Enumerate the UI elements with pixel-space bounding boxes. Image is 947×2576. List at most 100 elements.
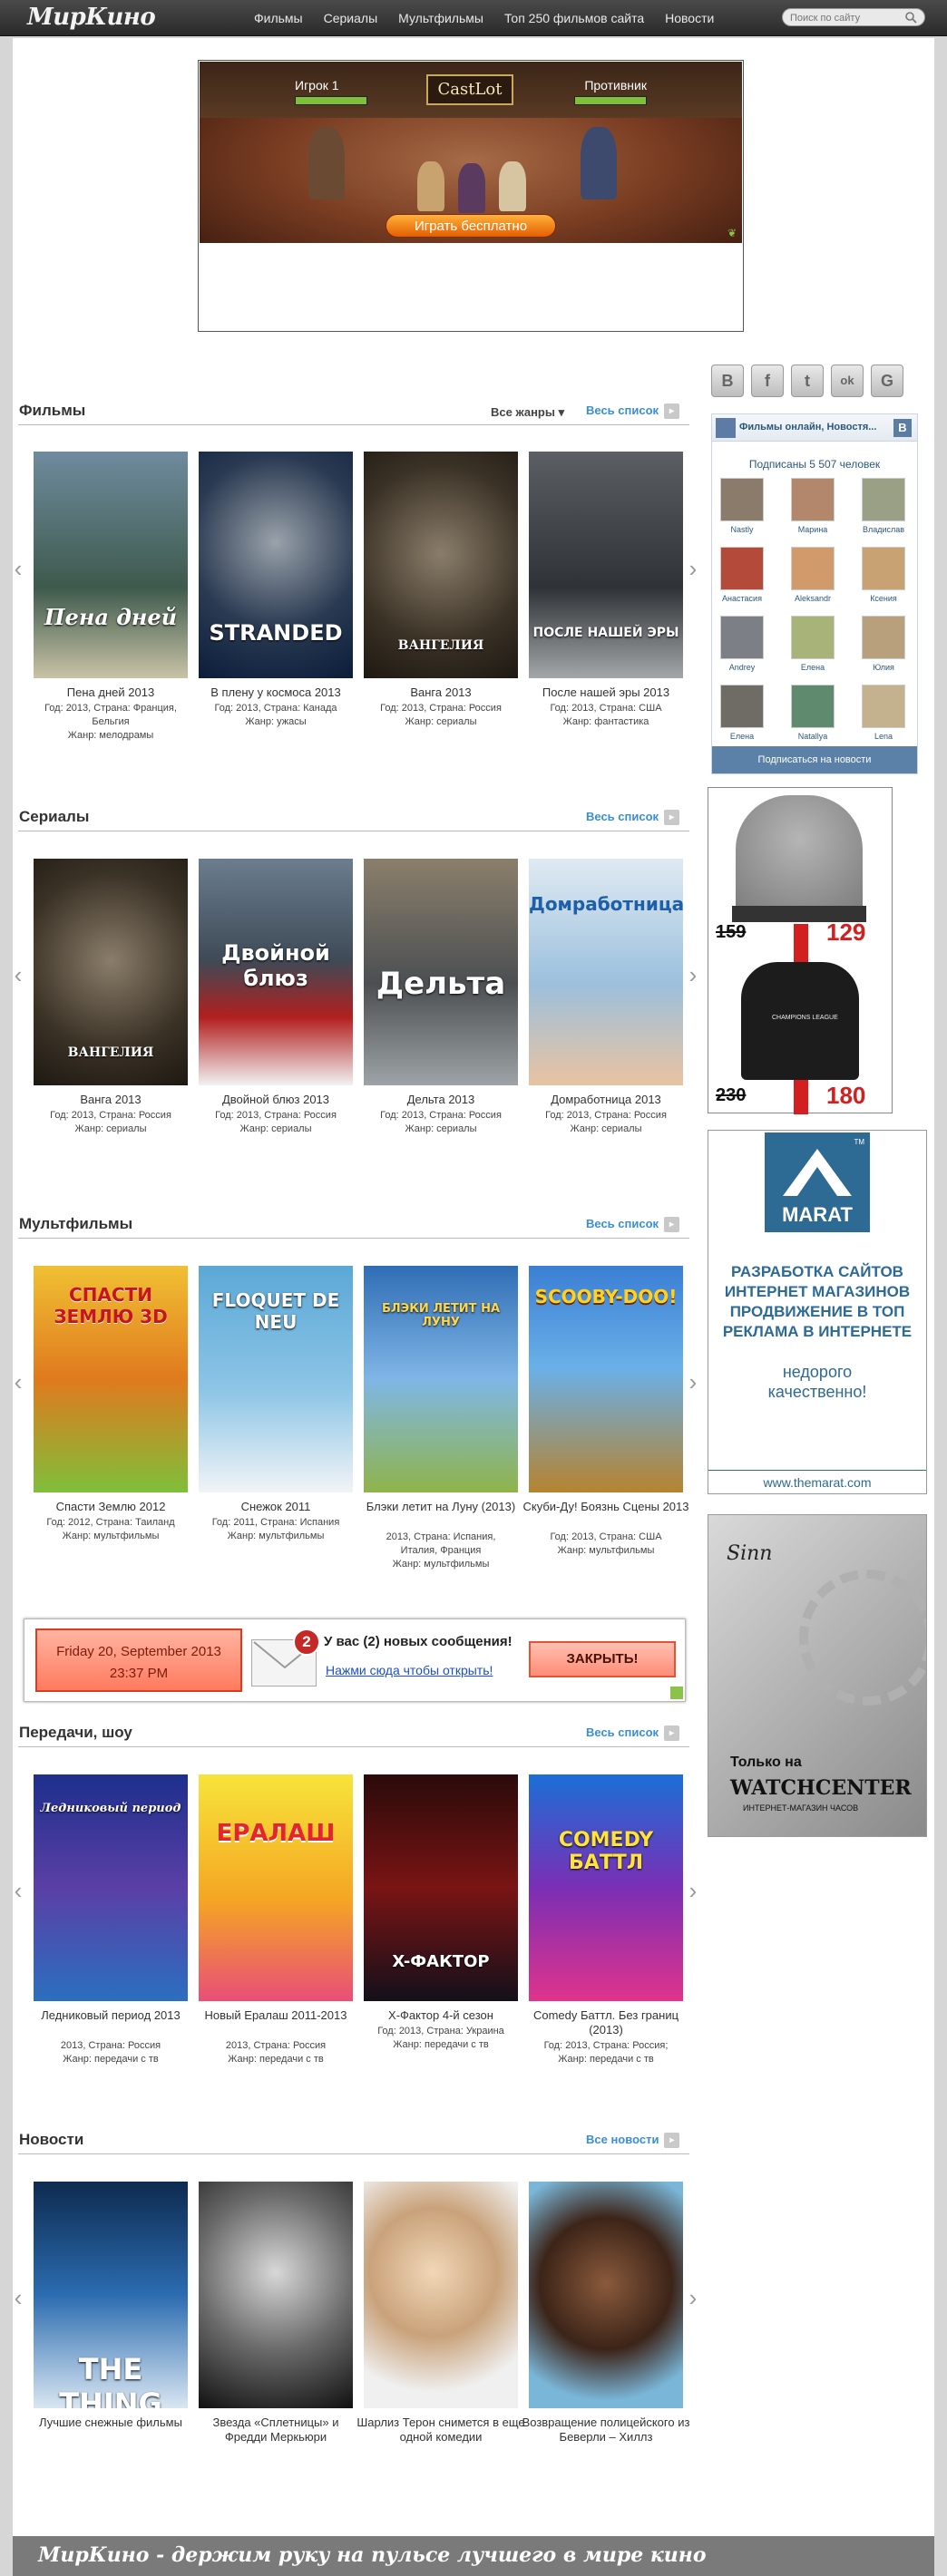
nav-news[interactable]: Новости (665, 11, 714, 25)
show-title[interactable]: Новый Ералаш 2011-2013 (191, 2008, 360, 2023)
facebook-icon[interactable]: f (751, 365, 784, 397)
cartoons-all-link[interactable]: Весь список ▸ (586, 1217, 680, 1233)
vk-member[interactable]: Юлия (859, 616, 908, 672)
serial-title[interactable]: Ванга 2013 (26, 1093, 195, 1107)
cartoon-poster[interactable]: СПАСТИ ЗЕМЛЮ 3D (34, 1266, 188, 1492)
cartoon-title[interactable]: Скуби-Ду! Боязнь Сцены 2013 (522, 1500, 690, 1514)
serials-all-link[interactable]: Весь список ▸ (586, 810, 680, 826)
serial-poster[interactable]: ВАНГЕЛИЯ (34, 859, 188, 1085)
film-title[interactable]: В плену у космоса 2013 (191, 685, 360, 700)
play-free-button[interactable]: Играть бесплатно (386, 214, 556, 238)
film-title[interactable]: После нашей эры 2013 (522, 685, 690, 700)
show-title[interactable]: Х-Фактор 4-й сезон (356, 2008, 525, 2023)
shows-prev-arrow[interactable]: ‹ (11, 1877, 25, 1904)
show-title[interactable]: Ледниковый период 2013 (26, 2008, 195, 2023)
cartoons-next-arrow[interactable]: › (686, 1368, 700, 1395)
show-title[interactable]: Comedy Баттл. Без границ (2013) (522, 2008, 690, 2037)
serial-title[interactable]: Дельта 2013 (356, 1093, 525, 1107)
vk-member[interactable]: Ксения (859, 547, 908, 603)
search-icon[interactable] (904, 11, 917, 24)
film-poster[interactable]: ПОСЛЕ НАШЕЙ ЭРЫ (529, 452, 683, 678)
search-input[interactable] (790, 11, 899, 24)
beanie-image (736, 795, 863, 922)
nav-top250[interactable]: Топ 250 фильмов сайта (504, 11, 644, 25)
marat-ad[interactable]: TM MARAT РАЗРАБОТКА САЙТОВ ИНТЕРНЕТ МАГА… (708, 1130, 927, 1494)
nav-serials[interactable]: Сериалы (324, 11, 378, 25)
films-next-arrow[interactable]: › (686, 555, 700, 582)
merch-ad[interactable]: 159 129 CHAMPIONS LEAGUE 230 180 (708, 787, 893, 1114)
vk-member[interactable]: Aleksandr (788, 547, 837, 603)
show-poster[interactable]: Ледниковый период (34, 1774, 188, 2001)
shows-all-link[interactable]: Весь список ▸ (586, 1725, 680, 1742)
serial-title[interactable]: Двойной блюз 2013 (191, 1093, 360, 1107)
cartoon-title[interactable]: Блэки летит на Луну (2013) (356, 1500, 525, 1514)
show-poster[interactable]: X-ФАКТОР (364, 1774, 518, 2001)
serials-section-title[interactable]: Сериалы (19, 808, 89, 826)
cartoon-poster[interactable]: SCOOBY-DOO! (529, 1266, 683, 1492)
game-ad-image[interactable]: Игрок 1 CastLot Противник Играть бесплат… (200, 62, 742, 243)
news-title[interactable]: Лучшие снежные фильмы (26, 2416, 195, 2430)
cartoons-section-title[interactable]: Мультфильмы (19, 1215, 132, 1233)
open-messages-link[interactable]: Нажми сюда чтобы открыть! (326, 1663, 493, 1677)
twitter-icon[interactable]: t (791, 365, 824, 397)
vk-member[interactable]: Nastly (718, 478, 766, 534)
show-poster[interactable]: COMEDY БАТТЛ (529, 1774, 683, 2001)
news-title[interactable]: Возвращение полицейского из Беверли – Хи… (522, 2416, 690, 2445)
show-poster[interactable]: ЕРАЛАШ (199, 1774, 353, 2001)
nav-cartoons[interactable]: Мультфильмы (398, 11, 483, 25)
cartoon-poster[interactable]: FLOQUET DE NEU (199, 1266, 353, 1492)
blogger-icon[interactable]: B (711, 365, 744, 397)
serial-poster[interactable]: Домработница (529, 859, 683, 1085)
cartoon-title[interactable]: Снежок 2011 (191, 1500, 360, 1514)
vk-member[interactable]: Natallya (788, 685, 837, 741)
film-poster[interactable]: ВАНГЕЛИЯ (364, 452, 518, 678)
cartoon-title[interactable]: Спасти Землю 2012 (26, 1500, 195, 1514)
serials-next-arrow[interactable]: › (686, 961, 700, 988)
serial-poster[interactable]: Дельта (364, 859, 518, 1085)
serial-poster[interactable]: Двойной блюз (199, 859, 353, 1085)
vk-member[interactable]: Елена (718, 685, 766, 741)
films-section-title[interactable]: Фильмы (19, 402, 85, 420)
nav-films[interactable]: Фильмы (254, 11, 303, 25)
news-title[interactable]: Шарлиз Терон снимется в еще одной комеди… (356, 2416, 525, 2445)
news-prev-arrow[interactable]: ‹ (11, 2284, 25, 2311)
news-all-link[interactable]: Все новости ▸ (586, 2133, 680, 2149)
odnoklassniki-icon[interactable]: ok (831, 365, 864, 397)
close-notification-button[interactable]: ЗАКРЫТЬ! (529, 1641, 676, 1677)
film-title[interactable]: Пена дней 2013 (26, 685, 195, 700)
news-section-title[interactable]: Новости (19, 2131, 83, 2149)
film-title[interactable]: Ванга 2013 (356, 685, 525, 700)
vk-member[interactable]: Марина (788, 478, 837, 534)
vk-member[interactable]: Анастасия (718, 547, 766, 603)
cartoon-meta: Италия, Франция (400, 1545, 482, 1556)
vk-member[interactable]: Andrey (718, 616, 766, 672)
group-avatar[interactable] (716, 418, 736, 438)
vk-member[interactable]: Елена (788, 616, 837, 672)
serials-prev-arrow[interactable]: ‹ (11, 961, 25, 988)
genres-dropdown[interactable]: Все жанры ▾ (491, 405, 564, 420)
news-next-arrow[interactable]: › (686, 2284, 700, 2311)
news-image[interactable]: THE THING (34, 2182, 188, 2408)
news-image[interactable] (364, 2182, 518, 2408)
sinn-watch-ad[interactable]: Sinn Только на WATCHCENTER ИНТЕРНЕТ-МАГА… (708, 1514, 927, 1837)
films-all-link[interactable]: Весь список ▸ (586, 403, 680, 420)
film-poster[interactable]: Пена дней (34, 452, 188, 678)
news-image[interactable] (529, 2182, 683, 2408)
vk-member[interactable]: Владислав (859, 478, 908, 534)
vk-group-title[interactable]: Фильмы онлайн, Новостя... (739, 422, 876, 433)
game-ad-banner[interactable]: Игрок 1 CastLot Противник Играть бесплат… (198, 60, 744, 332)
serial-title[interactable]: Домработница 2013 (522, 1093, 690, 1107)
news-title[interactable]: Звезда «Сплетницы» и Фредди Меркьюри (191, 2416, 360, 2445)
news-image[interactable] (199, 2182, 353, 2408)
cartoon-poster[interactable]: БЛЭКИ ЛЕТИТ НА ЛУНУ (364, 1266, 518, 1492)
cartoons-prev-arrow[interactable]: ‹ (11, 1368, 25, 1395)
film-poster[interactable]: STRANDED (199, 452, 353, 678)
site-logo[interactable]: МирКино (27, 4, 156, 31)
vk-subscribe-button[interactable]: Подписаться на новости (712, 746, 917, 773)
vk-member[interactable]: Lena (859, 685, 908, 741)
shows-section-title[interactable]: Передачи, шоу (19, 1724, 132, 1742)
shows-next-arrow[interactable]: › (686, 1877, 700, 1904)
google-icon[interactable]: G (871, 365, 903, 397)
vk-subscriber-count[interactable]: Подписаны 5 507 человек (712, 458, 917, 471)
films-prev-arrow[interactable]: ‹ (11, 555, 25, 582)
